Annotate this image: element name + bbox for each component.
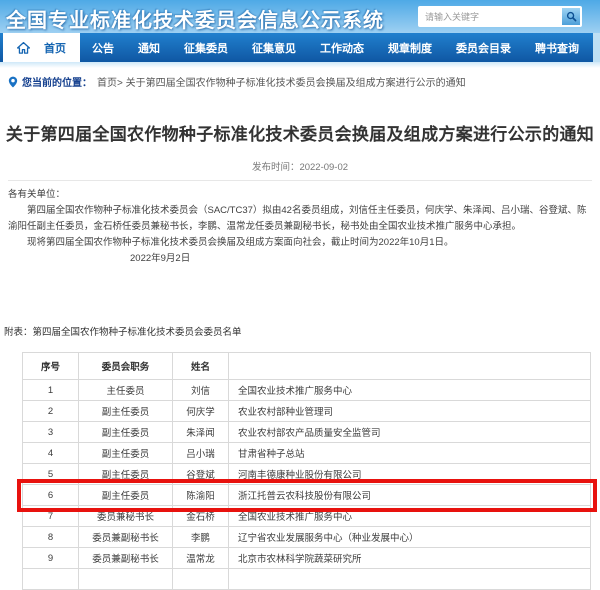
cell-role: 副主任委员 xyxy=(79,401,173,422)
cell-no: 9 xyxy=(23,548,79,569)
cell-role: 副主任委员 xyxy=(79,464,173,485)
nav-item-1[interactable]: 首页 xyxy=(3,33,80,62)
nav-item-label: 工作动态 xyxy=(320,40,364,56)
cell-name: 吕小瑞 xyxy=(173,443,229,464)
table-row: 8委员兼副秘书长李鹏辽宁省农业发展服务中心（种业发展中心） xyxy=(23,527,591,548)
cell-empty xyxy=(229,569,591,590)
table-head: 序号委员会职务姓名 xyxy=(23,353,591,380)
article-body: 各有关单位： 第四届全国农作物种子标准化技术委员会（SAC/TC37）拟由42名… xyxy=(0,181,600,267)
table-body: 1主任委员刘信全国农业技术推广服务中心2副主任委员何庆学农业农村部种业管理司3副… xyxy=(23,380,591,590)
cell-no: 4 xyxy=(23,443,79,464)
nav-item-8[interactable]: 委员会目录 xyxy=(444,33,523,62)
cell-no: 5 xyxy=(23,464,79,485)
article-date: 2022年9月2日 xyxy=(8,251,592,267)
cell-name: 刘信 xyxy=(173,380,229,401)
column-header xyxy=(229,353,591,380)
search-box xyxy=(418,6,582,27)
table-header-row: 序号委员会职务姓名 xyxy=(23,353,591,380)
nav-item-label: 征集意见 xyxy=(252,40,296,56)
cell-empty xyxy=(79,569,173,590)
top-banner: 全国专业标准化技术委员会信息公示系统 xyxy=(0,0,600,33)
cell-no: 1 xyxy=(23,380,79,401)
table-row: 2副主任委员何庆学农业农村部种业管理司 xyxy=(23,401,591,422)
attachment-label: 附表：第四届全国农作物种子标准化技术委员会委员名单 xyxy=(0,324,600,338)
cell-unit: 农业农村部农产品质量安全监管司 xyxy=(229,422,591,443)
nav-item-2[interactable]: 公告 xyxy=(80,33,126,62)
cell-unit: 辽宁省农业发展服务中心（种业发展中心） xyxy=(229,527,591,548)
members-table: 序号委员会职务姓名 1主任委员刘信全国农业技术推广服务中心2副主任委员何庆学农业… xyxy=(22,352,591,590)
cell-role: 委员兼秘书长 xyxy=(79,506,173,527)
paragraph-2: 现将第四届全国农作物种子标准化技术委员会换届及组成方案面向社会，截止时间为202… xyxy=(8,235,592,251)
cell-unit: 甘肃省种子总站 xyxy=(229,443,591,464)
table-row: 5副主任委员谷登斌河南丰德康种业股份有限公司 xyxy=(23,464,591,485)
cell-role: 副主任委员 xyxy=(79,422,173,443)
column-header: 委员会职务 xyxy=(79,353,173,380)
cell-name: 陈渝阳 xyxy=(173,485,229,506)
nav-item-7[interactable]: 规章制度 xyxy=(376,33,444,62)
cell-unit: 全国农业技术推广服务中心 xyxy=(229,380,591,401)
cell-no: 3 xyxy=(23,422,79,443)
nav-item-10[interactable]: 资料下载 xyxy=(591,33,600,62)
cell-no: 6 xyxy=(23,485,79,506)
nav-item-label: 聘书查询 xyxy=(535,40,579,56)
cell-name: 何庆学 xyxy=(173,401,229,422)
cell-name: 金石桥 xyxy=(173,506,229,527)
cell-unit: 全国农业技术推广服务中心 xyxy=(229,506,591,527)
table-row: 4副主任委员吕小瑞甘肃省种子总站 xyxy=(23,443,591,464)
publish-time: 发布时间：2022-09-02 xyxy=(0,159,600,173)
cell-name: 谷登斌 xyxy=(173,464,229,485)
breadcrumb-path[interactable]: 首页> 关于第四届全国农作物种子标准化技术委员会换届及组成方案进行公示的通知 xyxy=(97,74,466,89)
cell-unit: 北京市农林科学院蔬菜研究所 xyxy=(229,548,591,569)
table-row-partial xyxy=(23,569,591,590)
site-title: 全国专业标准化技术委员会信息公示系统 xyxy=(6,4,384,33)
table-row: 9委员兼副秘书长温常龙北京市农林科学院蔬菜研究所 xyxy=(23,548,591,569)
cell-no: 8 xyxy=(23,527,79,548)
paragraph-1: 第四届全国农作物种子标准化技术委员会（SAC/TC37）拟由42名委员组成，刘信… xyxy=(8,203,592,235)
cell-role: 主任委员 xyxy=(79,380,173,401)
cell-name: 朱泽闻 xyxy=(173,422,229,443)
cell-unit: 河南丰德康种业股份有限公司 xyxy=(229,464,591,485)
search-input[interactable] xyxy=(420,8,562,25)
cell-empty xyxy=(173,569,229,590)
cell-name: 李鹏 xyxy=(173,527,229,548)
cell-unit: 浙江托普云农科技股份有限公司 xyxy=(229,485,591,506)
search-button[interactable] xyxy=(562,8,580,25)
table-row: 1主任委员刘信全国农业技术推广服务中心 xyxy=(23,380,591,401)
table-row: 3副主任委员朱泽闻农业农村部农产品质量安全监管司 xyxy=(23,422,591,443)
location-pin-icon xyxy=(8,76,18,88)
cell-unit: 农业农村部种业管理司 xyxy=(229,401,591,422)
salutation: 各有关单位： xyxy=(8,187,592,203)
cell-role: 委员兼副秘书长 xyxy=(79,548,173,569)
nav-item-label: 规章制度 xyxy=(388,40,432,56)
page-title: 关于第四届全国农作物种子标准化技术委员会换届及组成方案进行公示的通知 xyxy=(0,122,600,148)
cell-no: 7 xyxy=(23,506,79,527)
cell-empty xyxy=(23,569,79,590)
nav-item-3[interactable]: 通知 xyxy=(126,33,172,62)
nav-item-4[interactable]: 征集委员 xyxy=(172,33,240,62)
nav-item-label: 征集委员 xyxy=(184,40,228,56)
cell-name: 温常龙 xyxy=(173,548,229,569)
cell-role: 副主任委员 xyxy=(79,485,173,506)
column-header: 序号 xyxy=(23,353,79,380)
nav-item-9[interactable]: 聘书查询 xyxy=(523,33,591,62)
nav-item-label: 首页 xyxy=(44,40,66,56)
cell-role: 副主任委员 xyxy=(79,443,173,464)
nav-item-6[interactable]: 工作动态 xyxy=(308,33,376,62)
nav-item-label: 委员会目录 xyxy=(456,40,511,56)
search-icon xyxy=(566,11,577,22)
home-icon xyxy=(17,42,37,54)
cell-role: 委员兼副秘书长 xyxy=(79,527,173,548)
main-nav: 首页公告通知征集委员征集意见工作动态规章制度委员会目录聘书查询资料下载 xyxy=(0,33,593,62)
cell-no: 2 xyxy=(23,401,79,422)
table-row: 7委员兼秘书长金石桥全国农业技术推广服务中心 xyxy=(23,506,591,527)
nav-bar-wrap: 首页 公告 通知 征集委员 征集意见 工作动态 规章制度 委员会目录 聘书查询 资料下载 xyxy=(0,33,600,62)
nav-item-5[interactable]: 征集意见 xyxy=(240,33,308,62)
nav-item-label: 公告 xyxy=(92,40,114,56)
breadcrumb-label: 您当前的位置： xyxy=(22,74,92,89)
table-row-highlighted: 6副主任委员陈渝阳浙江托普云农科技股份有限公司 xyxy=(23,485,591,506)
breadcrumb: 您当前的位置： 首页> 关于第四届全国农作物种子标准化技术委员会换届及组成方案进… xyxy=(0,68,600,89)
nav-item-label: 通知 xyxy=(138,40,160,56)
column-header: 姓名 xyxy=(173,353,229,380)
